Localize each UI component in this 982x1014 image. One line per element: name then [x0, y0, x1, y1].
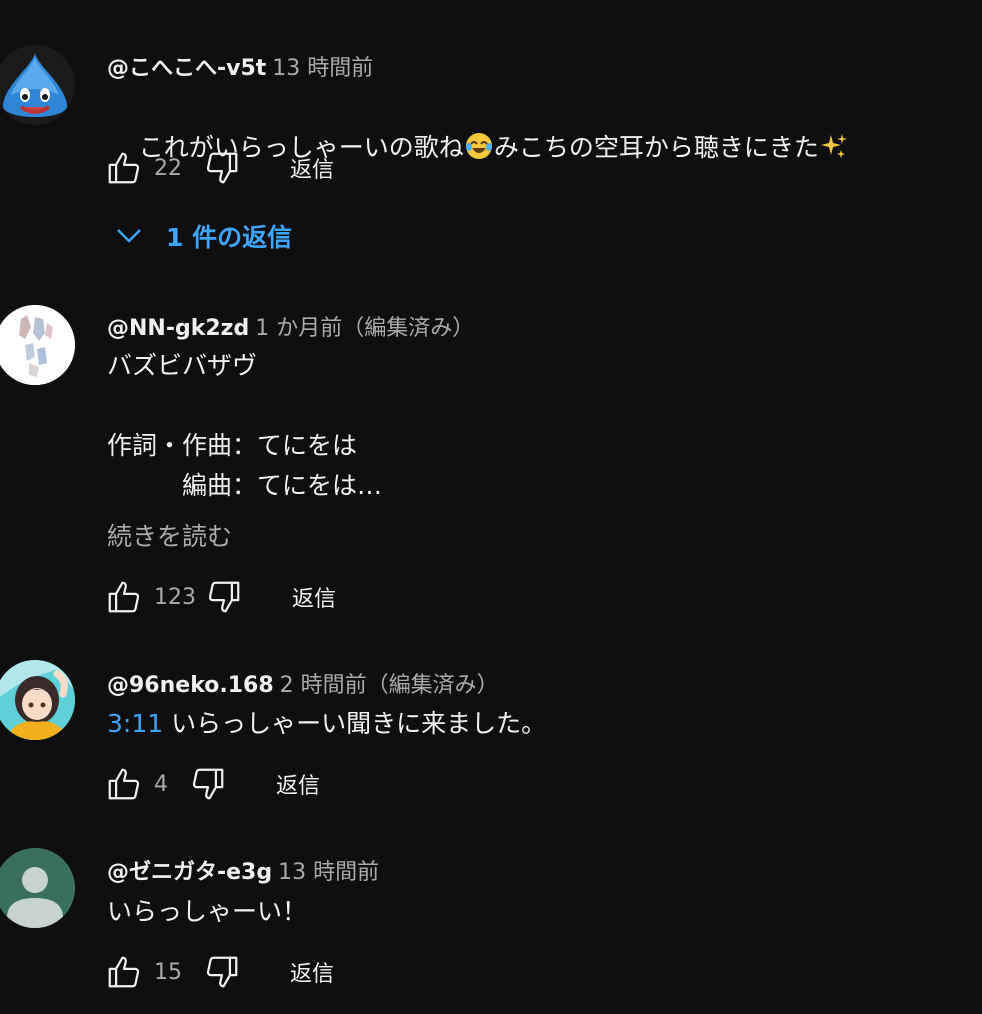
comment-text: いらっしゃーい！ [107, 897, 308, 926]
illustration-avatar[interactable] [0, 305, 75, 385]
comment-time[interactable]: 13 時間前 [272, 56, 373, 81]
thumbs-up-icon[interactable] [104, 952, 144, 992]
comment-text: 3:11 いらっしゃーい聞きに来ました。 [107, 709, 547, 738]
reply-button[interactable]: 返信 [276, 768, 320, 800]
comment-author[interactable]: @96neko.168 [107, 673, 274, 698]
replies-count-label: 1 件の返信 [166, 223, 293, 252]
comment-time[interactable]: 2 時間前（編集済み） [280, 673, 499, 698]
reply-button[interactable]: 返信 [290, 956, 334, 988]
reply-button[interactable]: 返信 [290, 152, 334, 184]
thumbs-up-icon[interactable] [104, 148, 144, 188]
thumbs-up-icon[interactable] [104, 764, 144, 804]
like-count: 4 [154, 771, 168, 797]
reply-button[interactable]: 返信 [292, 581, 336, 613]
like-count: 22 [154, 155, 182, 181]
comment-time[interactable]: 13 時間前 [278, 860, 379, 885]
view-replies-button[interactable]: 1 件の返信 [114, 214, 292, 258]
comment-actions: 4 返信 [104, 764, 320, 804]
thumbs-down-icon[interactable] [202, 952, 242, 992]
like-count: 123 [154, 584, 196, 610]
anime-girl-avatar[interactable] [0, 660, 75, 740]
comment-author[interactable]: @こへこへ-v5t [107, 56, 266, 81]
thumbs-down-icon[interactable] [202, 148, 242, 188]
thumbs-down-icon[interactable] [204, 577, 244, 617]
thumbs-up-icon[interactable] [104, 577, 144, 617]
timestamp-link[interactable]: 3:11 [107, 709, 163, 738]
comment-time[interactable]: 1 か月前（編集済み） [255, 316, 474, 341]
chevron-down-icon [114, 222, 144, 251]
thumbs-down-icon[interactable] [188, 764, 228, 804]
comment-author[interactable]: @ゼニガタ-e3g [107, 860, 272, 885]
default-user-avatar[interactable] [0, 848, 75, 928]
comment-actions: 15 返信 [104, 952, 334, 992]
comment-actions: 123 返信 [104, 577, 336, 617]
laughing-emoji-icon [464, 131, 494, 161]
comment-author[interactable]: @NN-gk2zd [107, 316, 249, 341]
sparkles-emoji-icon [819, 131, 849, 161]
like-count: 15 [154, 959, 182, 985]
slime-avatar[interactable] [0, 45, 75, 125]
read-more-link[interactable]: 続きを読む [107, 517, 232, 553]
comment-actions: 22 返信 [104, 148, 334, 188]
comment-text: バズビバザヴ 作詞・作曲：てにをは 編曲：てにをは… [107, 351, 383, 500]
